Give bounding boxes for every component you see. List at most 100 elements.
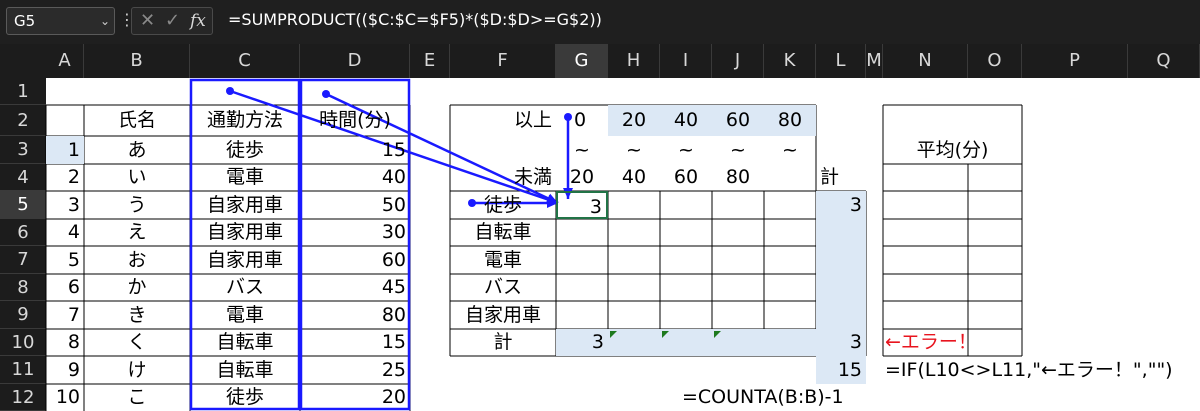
- row-header-4[interactable]: 4: [0, 164, 46, 191]
- record-time[interactable]: 15: [300, 136, 410, 164]
- range-tilde[interactable]: ~: [712, 136, 764, 164]
- range-from[interactable]: 60: [712, 105, 764, 136]
- column-header-j[interactable]: J: [712, 44, 764, 78]
- cell-l6-fill[interactable]: [816, 219, 866, 246]
- label-to[interactable]: 未満: [450, 164, 556, 191]
- check-icon[interactable]: ✓: [165, 10, 180, 31]
- if-formula[interactable]: =IF(L10<>L11,"←エラー！",""): [883, 356, 1200, 384]
- header-name[interactable]: 氏名: [84, 105, 190, 136]
- range-from[interactable]: 0: [556, 105, 608, 136]
- record-time[interactable]: 40: [300, 164, 410, 191]
- selected-cell-g5[interactable]: 3: [556, 191, 608, 219]
- range-to[interactable]: 20: [556, 164, 608, 191]
- formula-input[interactable]: =SUMPRODUCT(($C:$C=$F5)*($D:$D>=G$2)): [216, 7, 1196, 35]
- row-header-10[interactable]: 10: [0, 329, 46, 356]
- row-total-walk[interactable]: 3: [816, 191, 866, 219]
- record-name[interactable]: き: [84, 301, 190, 329]
- range-from[interactable]: 80: [764, 105, 816, 136]
- record-no[interactable]: 9: [46, 356, 84, 384]
- column-header-f[interactable]: F: [450, 44, 556, 78]
- record-method[interactable]: 電車: [190, 164, 300, 191]
- record-method[interactable]: 徒歩: [190, 136, 300, 164]
- record-time[interactable]: 50: [300, 191, 410, 219]
- error-note[interactable]: ←エラー！: [883, 329, 1083, 356]
- close-icon[interactable]: ✕: [140, 10, 155, 31]
- function-icon[interactable]: fx: [190, 11, 206, 31]
- row-label-method[interactable]: 自転車: [450, 219, 556, 246]
- record-no[interactable]: 7: [46, 301, 84, 329]
- column-header-k[interactable]: K: [764, 44, 816, 78]
- row-header-11[interactable]: 11: [0, 356, 46, 384]
- cell-k10-fill[interactable]: [764, 329, 816, 356]
- row-header-3[interactable]: 3: [0, 136, 46, 164]
- record-no[interactable]: 1: [46, 136, 84, 164]
- record-method[interactable]: 電車: [190, 301, 300, 329]
- chevron-down-icon[interactable]: ⌄: [100, 8, 110, 34]
- range-tilde[interactable]: ~: [608, 136, 660, 164]
- row-header-8[interactable]: 8: [0, 274, 46, 301]
- column-header-a[interactable]: A: [46, 44, 84, 78]
- column-header-c[interactable]: C: [190, 44, 300, 78]
- row-label-method[interactable]: バス: [450, 274, 556, 301]
- record-name[interactable]: こ: [84, 384, 190, 411]
- average-title[interactable]: 平均(分): [883, 136, 1022, 164]
- record-name[interactable]: い: [84, 164, 190, 191]
- column-header-e[interactable]: E: [410, 44, 450, 78]
- row-header-5[interactable]: 5: [0, 191, 46, 219]
- record-no[interactable]: 10: [46, 384, 84, 411]
- column-header-h[interactable]: H: [608, 44, 660, 78]
- cell-l9-fill[interactable]: [816, 301, 866, 329]
- header-time[interactable]: 時間(分): [300, 105, 410, 136]
- column-header-l[interactable]: L: [816, 44, 866, 78]
- header-method[interactable]: 通勤方法: [190, 105, 300, 136]
- column-header-q[interactable]: Q: [1128, 44, 1200, 78]
- row-header-2[interactable]: 2: [0, 105, 46, 136]
- record-method[interactable]: 自転車: [190, 329, 300, 356]
- error-indicator-icon[interactable]: [662, 331, 669, 338]
- record-method[interactable]: 徒歩: [190, 384, 300, 411]
- record-time[interactable]: 20: [300, 384, 410, 411]
- record-name[interactable]: あ: [84, 136, 190, 164]
- header-total[interactable]: 計: [816, 164, 866, 191]
- record-method[interactable]: 自家用車: [190, 219, 300, 246]
- label-from[interactable]: 以上: [450, 105, 556, 136]
- record-name[interactable]: え: [84, 219, 190, 246]
- cell-l8-fill[interactable]: [816, 274, 866, 301]
- range-to[interactable]: 60: [660, 164, 712, 191]
- row-header-7[interactable]: 7: [0, 246, 46, 274]
- row-label-method[interactable]: 徒歩: [450, 191, 556, 219]
- row-header-6[interactable]: 6: [0, 219, 46, 246]
- range-to[interactable]: 80: [712, 164, 764, 191]
- range-tilde[interactable]: ~: [764, 136, 816, 164]
- record-time[interactable]: 25: [300, 356, 410, 384]
- column-header-d[interactable]: D: [300, 44, 410, 78]
- error-indicator-icon[interactable]: [610, 331, 617, 338]
- record-method[interactable]: 自家用車: [190, 246, 300, 274]
- error-indicator-icon[interactable]: [714, 331, 721, 338]
- grand-total[interactable]: 3: [816, 329, 866, 356]
- range-from[interactable]: 40: [660, 105, 712, 136]
- column-header-o[interactable]: O: [968, 44, 1022, 78]
- record-method[interactable]: 自転車: [190, 356, 300, 384]
- row-header-12[interactable]: 12: [0, 384, 46, 411]
- record-name[interactable]: う: [84, 191, 190, 219]
- record-name[interactable]: お: [84, 246, 190, 274]
- record-time[interactable]: 60: [300, 246, 410, 274]
- range-to[interactable]: 40: [608, 164, 660, 191]
- column-header-g[interactable]: G: [556, 44, 608, 78]
- row-label-method[interactable]: 電車: [450, 246, 556, 274]
- row-header-9[interactable]: 9: [0, 301, 46, 329]
- cell-l7-fill[interactable]: [816, 246, 866, 274]
- column-header-b[interactable]: B: [84, 44, 190, 78]
- column-header-n[interactable]: N: [883, 44, 968, 78]
- count-value[interactable]: 15: [816, 356, 866, 384]
- record-no[interactable]: 3: [46, 191, 84, 219]
- record-name[interactable]: く: [84, 329, 190, 356]
- count-formula[interactable]: =COUNTA(B:B)-1: [660, 384, 920, 411]
- range-tilde[interactable]: ~: [556, 136, 608, 164]
- record-name[interactable]: け: [84, 356, 190, 384]
- record-method[interactable]: 自家用車: [190, 191, 300, 219]
- footer-total-label[interactable]: 計: [450, 329, 556, 356]
- record-method[interactable]: バス: [190, 274, 300, 301]
- range-tilde[interactable]: ~: [660, 136, 712, 164]
